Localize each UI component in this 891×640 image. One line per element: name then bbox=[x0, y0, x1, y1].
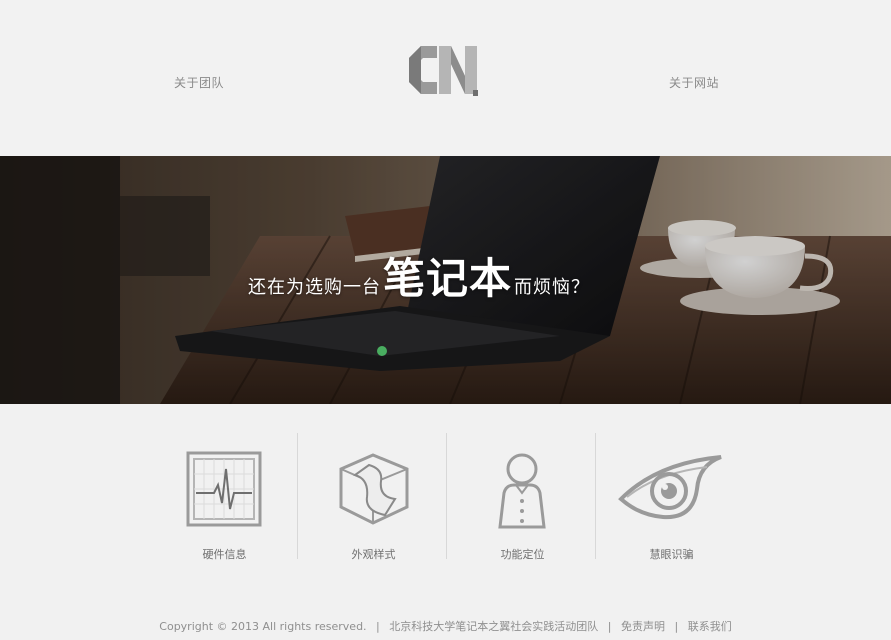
feature-positioning[interactable]: 功能定位 bbox=[448, 433, 597, 563]
feature-hardware-info[interactable]: 硬件信息 bbox=[150, 433, 299, 563]
footer-separator: | bbox=[376, 620, 380, 633]
header: 关于团队 关于网站 bbox=[0, 0, 891, 156]
feature-appearance[interactable]: 外观样式 bbox=[299, 433, 448, 563]
feature-list: 硬件信息 外观样式 功能定位 慧眼识骗 bbox=[150, 433, 750, 563]
feature-divider bbox=[595, 433, 596, 559]
feature-label: 慧眼识骗 bbox=[649, 548, 694, 561]
tagline-emphasis: 笔记本 bbox=[383, 254, 513, 303]
feature-label: 硬件信息 bbox=[202, 548, 247, 561]
feature-label: 外观样式 bbox=[351, 548, 396, 561]
hero-tagline: 还在为选购一台笔记本 而烦恼？ bbox=[248, 245, 590, 303]
eye-icon bbox=[618, 455, 722, 520]
copyright-text: Copyright © 2013 All rights reserved. bbox=[159, 620, 367, 633]
feature-scam-detection[interactable]: 慧眼识骗 bbox=[597, 433, 746, 563]
site-logo[interactable] bbox=[407, 40, 481, 100]
tagline-suffix: 而烦恼？ bbox=[514, 277, 591, 298]
person-icon bbox=[498, 453, 546, 529]
footer-separator: | bbox=[674, 620, 679, 633]
heartbeat-monitor-icon bbox=[186, 451, 262, 527]
contact-link[interactable]: 联系我们 bbox=[688, 620, 732, 633]
footer-separator: | bbox=[607, 620, 612, 633]
team-name: 北京科技大学笔记本之翼社会实践活动团队 bbox=[389, 620, 599, 633]
nav-about-team[interactable]: 关于团队 bbox=[174, 74, 224, 91]
feature-divider bbox=[446, 433, 447, 559]
disclaimer-link[interactable]: 免责声明 bbox=[621, 620, 665, 633]
tagline-prefix: 还在为选购一台 bbox=[248, 277, 381, 298]
feature-label: 功能定位 bbox=[500, 548, 545, 561]
cube-shape-icon bbox=[339, 453, 409, 525]
cn-logo-icon bbox=[409, 46, 478, 96]
nav-about-site[interactable]: 关于网站 bbox=[669, 74, 719, 91]
feature-divider bbox=[297, 433, 298, 559]
footer: Copyright © 2013 All rights reserved. | … bbox=[0, 618, 891, 634]
